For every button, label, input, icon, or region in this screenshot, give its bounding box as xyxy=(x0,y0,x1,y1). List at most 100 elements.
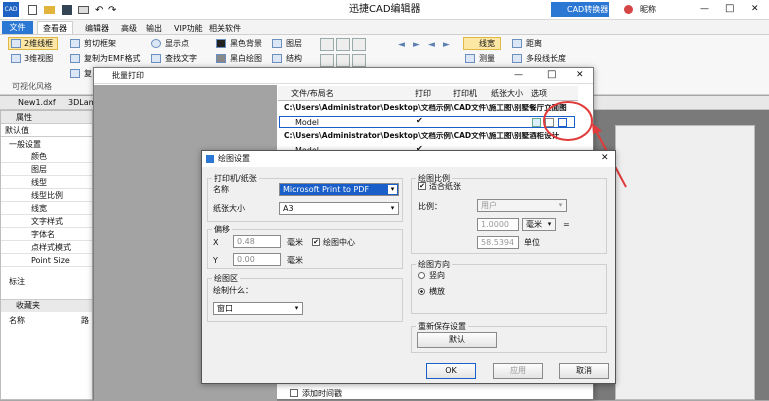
scale-value-2[interactable]: 58.5394 xyxy=(477,236,519,249)
print-icon[interactable] xyxy=(78,6,89,14)
structure-icon xyxy=(272,54,282,63)
tab-advanced[interactable]: 高级 xyxy=(116,22,142,35)
prop-line-width[interactable]: 线宽 xyxy=(1,203,92,215)
x-offset-field[interactable]: 0.48 xyxy=(233,235,281,248)
prop-color[interactable]: 颜色 xyxy=(1,151,92,163)
prop-linetype-scale[interactable]: 线型比例 xyxy=(1,190,92,202)
tab-viewer[interactable]: 查看器 xyxy=(37,21,73,34)
scale-select[interactable]: 用户 ▾ xyxy=(477,199,567,212)
scale-label: 比例： xyxy=(418,202,442,211)
batch-maximize-button[interactable]: □ xyxy=(547,70,556,80)
doc-tab-new1[interactable]: New1.dxf xyxy=(18,99,56,107)
center-plot-checkbox[interactable]: ✔ xyxy=(312,238,320,246)
arrow-left-icon[interactable]: ◄ xyxy=(398,41,405,50)
tab-file[interactable]: 文件 xyxy=(2,21,33,34)
annotation-header[interactable]: 标注 xyxy=(9,278,25,286)
find-text-button[interactable]: 查找文字 xyxy=(165,55,197,63)
favorites-col-path[interactable]: 路 xyxy=(81,317,89,325)
apply-button[interactable]: 应用 xyxy=(493,363,543,379)
prop-text-style[interactable]: 文字样式 xyxy=(1,216,92,228)
cad-converter-button[interactable]: CAD转换器 xyxy=(551,2,609,17)
col-file-layout[interactable]: 文件/布局名 xyxy=(291,90,334,98)
prop-linetype[interactable]: 线型 xyxy=(1,177,92,189)
x-unit: 毫米 xyxy=(287,238,303,247)
fit-paper-checkbox[interactable]: ✔ xyxy=(418,182,426,190)
what-to-plot-select[interactable]: 窗口 ▾ xyxy=(213,302,303,315)
3d-view-button[interactable]: 3维视图 xyxy=(24,55,53,63)
col-paper-size[interactable]: 纸张大小 xyxy=(491,90,523,98)
properties-header xyxy=(1,111,92,124)
general-settings-header[interactable]: 一般设置 xyxy=(9,141,41,149)
printer-select[interactable]: Microsoft Print to PDF ▾ xyxy=(279,183,399,196)
ribbon-tab-bar: 文件 查看器 编辑器 高级 输出 VIP功能 相关软件 xyxy=(0,20,769,35)
open-file-icon[interactable] xyxy=(44,6,55,14)
save-icon[interactable] xyxy=(62,5,72,15)
file-row-1[interactable]: C:\Users\Administrator\Desktop\文档示例\CAD文… xyxy=(284,104,576,112)
arrow-right-icon[interactable]: ► xyxy=(413,41,420,50)
cancel-button[interactable]: 取消 xyxy=(559,363,609,379)
copy-emf-icon xyxy=(70,54,80,63)
measure-button[interactable]: 测量 xyxy=(479,55,495,63)
bw-drawing-button[interactable]: 黑白绘图 xyxy=(230,55,262,63)
prop-point-size[interactable]: Point Size xyxy=(1,255,92,267)
landscape-radio[interactable] xyxy=(418,288,425,295)
distance-button[interactable]: 距离 xyxy=(526,40,542,48)
new-file-icon[interactable] xyxy=(28,5,37,15)
minimize-button[interactable]: — xyxy=(700,5,709,14)
favorites-col-name[interactable]: 名称 xyxy=(9,317,25,325)
tab-editor[interactable]: 编辑器 xyxy=(80,22,114,35)
clip-frame-button[interactable]: 剪切框架 xyxy=(84,40,116,48)
file-row-2[interactable]: C:\Users\Administrator\Desktop\文档示例\CAD文… xyxy=(284,132,576,140)
zoom-extents-icon[interactable] xyxy=(336,54,350,67)
zoom-out-icon[interactable] xyxy=(320,54,334,67)
tab-related-software[interactable]: 相关软件 xyxy=(204,22,246,35)
copy-emf-button[interactable]: 复制为EMF格式 xyxy=(84,55,141,63)
polyline-length-button[interactable]: 多段线长度 xyxy=(526,55,566,63)
default-button[interactable]: 默认 xyxy=(417,332,497,348)
layout-row-1-check[interactable]: ✔ xyxy=(416,117,423,125)
paper-size-select[interactable]: A3 ▾ xyxy=(279,202,399,215)
batch-minimize-button[interactable]: — xyxy=(514,71,523,80)
layers-button[interactable]: 图层 xyxy=(286,40,302,48)
window-title: 迅捷CAD编辑器 xyxy=(349,4,421,15)
batch-close-button[interactable]: ✕ xyxy=(576,71,584,80)
prop-point-style[interactable]: 点样式模式 xyxy=(1,242,92,254)
zoom-in-icon[interactable] xyxy=(352,38,366,51)
user-avatar-icon[interactable] xyxy=(624,5,633,14)
x-label: X xyxy=(213,238,219,247)
arrow-right-2-icon[interactable]: ► xyxy=(443,41,450,50)
favorites-title: 收藏夹 xyxy=(16,301,40,310)
undo-icon[interactable]: ↶ xyxy=(95,5,103,16)
zoom-window-icon[interactable] xyxy=(336,38,350,51)
timestamp-checkbox[interactable] xyxy=(290,389,298,397)
prop-font-name[interactable]: 字体名 xyxy=(1,229,92,241)
close-window-button[interactable]: ✕ xyxy=(751,5,759,14)
maximize-button[interactable]: □ xyxy=(725,4,734,14)
portrait-radio[interactable] xyxy=(418,272,425,279)
clip-frame-icon xyxy=(70,39,80,48)
scale-value-1[interactable]: 1.0000 xyxy=(477,218,519,231)
structure-button[interactable]: 结构 xyxy=(286,55,302,63)
wireframe-2d-label: 2维线框 xyxy=(24,39,54,48)
arrow-left-2-icon[interactable]: ◄ xyxy=(428,41,435,50)
plot-orientation-label: 绘图方向 xyxy=(416,259,452,270)
layout-row-selected[interactable] xyxy=(279,116,575,128)
show-points-button[interactable]: 显示点 xyxy=(165,40,189,48)
chevron-down-icon: ▾ xyxy=(558,201,563,209)
scale-unit-select[interactable]: 毫米 ▾ xyxy=(522,218,556,231)
prop-layer[interactable]: 图层 xyxy=(1,164,92,176)
dialog-close-button[interactable]: ✕ xyxy=(601,154,609,163)
tab-vip[interactable]: VIP功能 xyxy=(169,22,208,35)
y-offset-field[interactable]: 0.00 xyxy=(233,253,281,266)
zoom-fit-icon[interactable] xyxy=(320,38,334,51)
col-printer[interactable]: 打印机 xyxy=(453,90,477,98)
pan-icon[interactable] xyxy=(352,54,366,67)
user-name[interactable]: 昵称 xyxy=(640,6,656,14)
chevron-down-icon: ▾ xyxy=(388,185,397,194)
tab-output[interactable]: 输出 xyxy=(141,22,167,35)
black-background-button[interactable]: 黑色背景 xyxy=(230,40,262,48)
col-print[interactable]: 打印 xyxy=(415,90,431,98)
copy-button[interactable]: 复 xyxy=(84,70,92,78)
redo-icon[interactable]: ↷ xyxy=(108,5,116,16)
ok-button[interactable]: OK xyxy=(426,363,476,379)
